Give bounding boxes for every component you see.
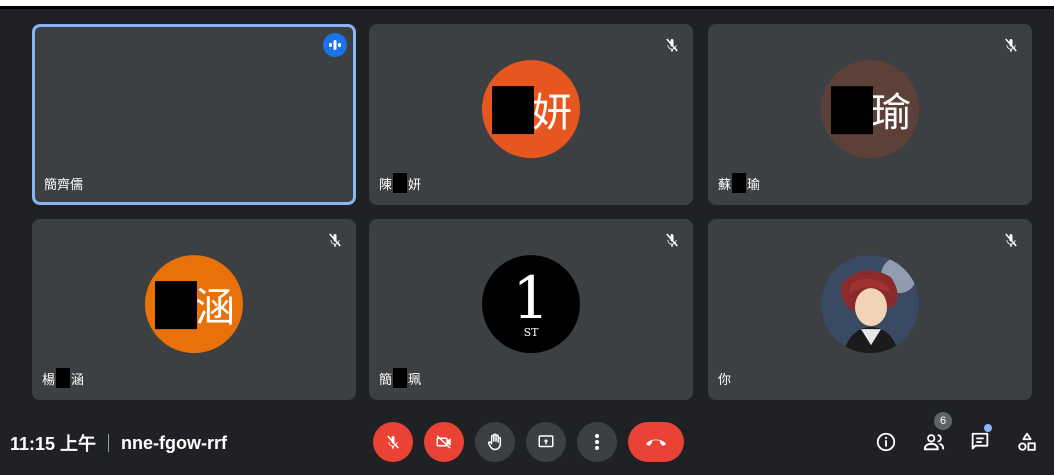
participant-tile[interactable]: 涵 楊 涵 [32, 219, 356, 400]
mic-off-icon [387, 435, 399, 449]
participant-name-prefix: 楊 [42, 371, 56, 387]
leave-call-button[interactable] [628, 422, 684, 462]
bottom-toolbar: 11:15 上午 nne-fgow-rrf 6 [0, 410, 1054, 475]
participant-tile-active-speaker[interactable]: 簡齊儒 [32, 24, 356, 205]
mic-toggle-button[interactable] [373, 422, 413, 462]
participant-name-text: 你 [718, 372, 732, 387]
redaction-block [393, 173, 408, 193]
videocam-off-icon [436, 435, 451, 449]
chat-unread-dot [984, 424, 992, 432]
window-top-border [0, 6, 1054, 9]
redaction-block [732, 173, 747, 193]
avatar: 涵 [145, 254, 243, 353]
more-vert-icon [595, 434, 599, 450]
activities-icon [1018, 432, 1036, 451]
redaction-block [492, 85, 534, 134]
participant-name-suffix: 瑜 [747, 176, 761, 192]
participant-tile[interactable]: 瑜 蘇 瑜 [708, 24, 1032, 205]
participant-name-suffix: 涵 [71, 371, 85, 387]
participant-tile[interactable]: 妍 陳 妍 [369, 24, 693, 205]
redaction-block [56, 368, 71, 388]
participant-name: 簡 珮 [379, 368, 421, 388]
participant-tile-self[interactable]: 你 [708, 219, 1032, 400]
redaction-block [831, 85, 873, 134]
activities-button[interactable] [1013, 428, 1041, 456]
avatar-image [821, 254, 919, 353]
meeting-info: 11:15 上午 nne-fgow-rrf [10, 430, 227, 456]
participant-name-suffix: 妍 [408, 176, 422, 192]
redaction-block [393, 368, 408, 388]
participant-name: 簡齊儒 [44, 174, 83, 193]
meeting-details-button[interactable] [872, 428, 900, 456]
people-count-badge: 6 [934, 412, 952, 430]
avatar: 妍 [482, 59, 580, 158]
info-icon [876, 432, 896, 452]
mic-off-icon [663, 231, 681, 249]
participant-tile[interactable]: 1 ST 簡 珮 [369, 219, 693, 400]
divider [108, 434, 110, 452]
mic-off-icon [1002, 231, 1020, 249]
mic-off-icon [326, 231, 344, 249]
raise-hand-button[interactable] [475, 422, 515, 462]
redaction-block [155, 280, 197, 329]
more-options-button[interactable] [577, 422, 617, 462]
meeting-code: nne-fgow-rrf [121, 432, 228, 453]
speaking-indicator-icon [323, 33, 347, 57]
participant-name: 楊 涵 [42, 368, 84, 388]
participant-name: 蘇 瑜 [718, 173, 760, 193]
participant-name: 你 [718, 369, 731, 388]
mic-off-icon [663, 36, 681, 54]
participant-name: 陳 妍 [379, 173, 421, 193]
participant-name-prefix: 陳 [379, 176, 393, 192]
present-icon [538, 435, 554, 448]
avatar-image: 1 ST [482, 254, 580, 353]
hand-icon [487, 433, 502, 451]
mic-off-icon [1002, 36, 1020, 54]
avatar: 瑜 [821, 59, 919, 158]
participant-name-suffix: 珮 [408, 371, 422, 387]
avatar-logo-number: 1 [512, 264, 550, 333]
chat-button[interactable] [966, 428, 994, 456]
chat-icon [971, 432, 989, 450]
avatar-initial: 涵 [195, 284, 235, 331]
people-button[interactable] [920, 428, 948, 456]
clock-time: 11:15 上午 [10, 434, 97, 454]
call-end-icon [646, 439, 666, 446]
present-screen-button[interactable] [526, 422, 566, 462]
participant-name-text: 簡齊儒 [44, 177, 84, 192]
avatar-initial: 瑜 [871, 89, 911, 136]
camera-toggle-button[interactable] [424, 422, 464, 462]
avatar-initial: 妍 [532, 89, 572, 136]
people-icon [923, 434, 945, 451]
participant-name-prefix: 簡 [379, 371, 393, 387]
participant-name-prefix: 蘇 [718, 176, 732, 192]
avatar-logo-suffix: ST [523, 326, 539, 340]
